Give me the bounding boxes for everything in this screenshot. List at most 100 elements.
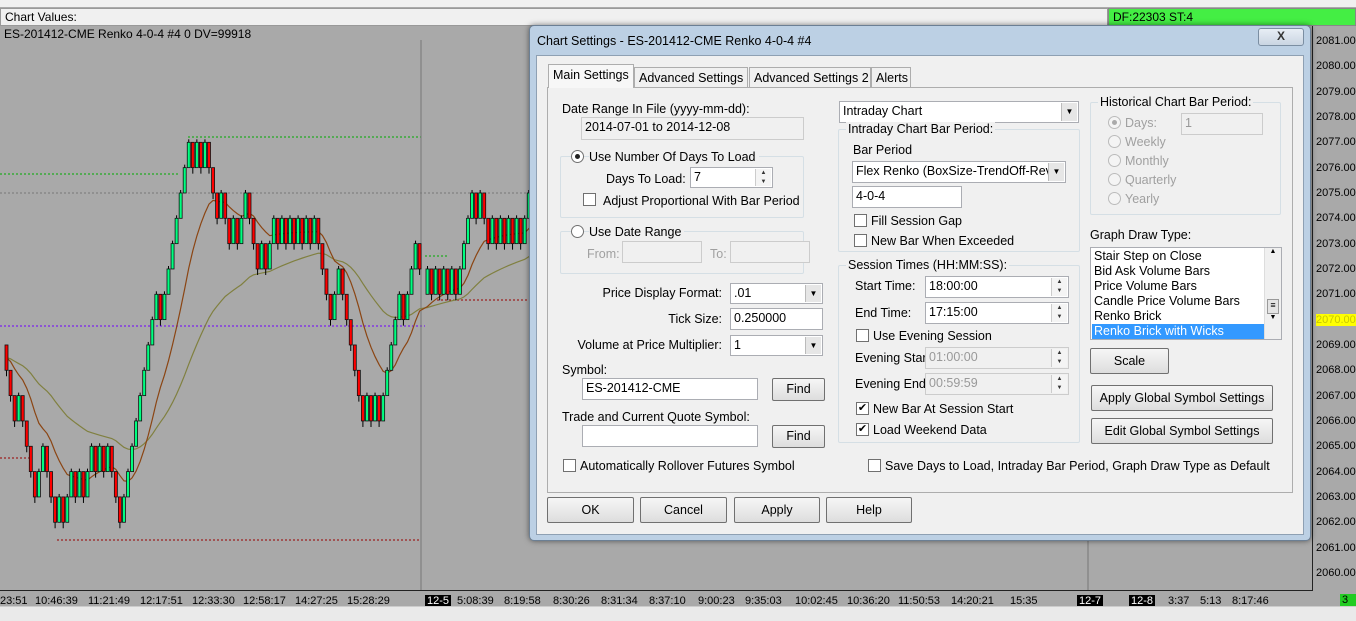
price-format-select[interactable]: .01 ▼ <box>730 283 823 304</box>
auto-rollover-label: Automatically Rollover Futures Symbol <box>580 459 795 473</box>
down-brick <box>227 217 232 245</box>
chart-type-select[interactable]: Intraday Chart ▼ <box>839 101 1079 123</box>
days-to-load-value: 7 <box>694 170 701 184</box>
price-tick-label: 2070.00 <box>1316 313 1356 326</box>
up-brick <box>85 471 90 498</box>
up-brick <box>41 445 45 473</box>
down-brick <box>377 395 382 422</box>
horizontal-scrollbar[interactable] <box>0 606 1356 621</box>
up-brick <box>409 268 414 295</box>
scale-button[interactable]: Scale <box>1090 348 1169 374</box>
tick-size-input[interactable]: 0.250000 <box>730 308 823 330</box>
use-date-range-radio[interactable] <box>571 225 584 238</box>
tab-main-settings[interactable]: Main Settings <box>548 64 634 88</box>
cancel-button[interactable]: Cancel <box>640 497 727 523</box>
down-brick <box>340 268 345 295</box>
down-brick <box>93 445 98 473</box>
vap-label: Volume at Price Multiplier: <box>577 338 722 352</box>
apply-global-settings-button[interactable]: Apply Global Symbol Settings <box>1091 385 1273 411</box>
price-axis[interactable]: 2081.00 2080.00 2079.00 2078.00 2077.00 2076.… <box>1312 26 1356 591</box>
price-tick-label: 2065.00 <box>1316 440 1356 453</box>
use-evening-checkbox[interactable] <box>856 329 869 342</box>
hist-weekly-label: Weekly <box>1125 135 1166 149</box>
session-times-title: Session Times (HH:MM:SS): <box>846 258 1010 272</box>
hist-days-input[interactable]: 1 <box>1181 113 1263 135</box>
find-trade-symbol-button[interactable]: Find <box>772 425 825 448</box>
trade-symbol-input[interactable] <box>582 425 758 447</box>
down-brick <box>356 369 361 397</box>
up-brick <box>89 445 94 473</box>
chart-type-value: Intraday Chart <box>843 104 923 118</box>
slow-moving-average-line <box>6 252 534 451</box>
new-bar-session-checkbox[interactable]: ✔ <box>856 402 869 415</box>
up-brick <box>514 217 519 245</box>
ok-button[interactable]: OK <box>547 497 634 523</box>
up-brick <box>65 496 70 523</box>
start-time-spinner[interactable]: ▲ ▼ <box>1051 278 1067 296</box>
list-item[interactable]: Price Volume Bars <box>1092 279 1264 294</box>
bar-period-input[interactable]: 4-0-4 <box>852 186 962 208</box>
list-item[interactable]: Bid Ask Volume Bars <box>1092 264 1264 279</box>
down-brick <box>45 445 49 473</box>
evening-end-input[interactable]: 00:59:59 ▲ ▼ <box>925 373 1069 395</box>
down-brick <box>32 471 37 498</box>
down-brick <box>369 395 373 422</box>
list-item[interactable]: Renko Brick <box>1092 309 1264 324</box>
use-evening-label: Use Evening Session <box>873 329 992 343</box>
end-time-label: End Time: <box>855 306 912 320</box>
evening-start-value: 01:00:00 <box>929 350 978 364</box>
edit-global-settings-button[interactable]: Edit Global Symbol Settings <box>1091 418 1273 444</box>
save-default-checkbox[interactable] <box>868 459 881 472</box>
hist-quarterly-radio[interactable] <box>1108 173 1121 186</box>
symbol-input[interactable]: ES-201412-CME <box>582 378 758 400</box>
find-symbol-button[interactable]: Find <box>772 378 825 401</box>
up-brick <box>203 141 207 169</box>
vap-select[interactable]: 1 ▼ <box>730 335 823 356</box>
up-brick <box>462 243 466 270</box>
tab-alerts[interactable]: Alerts <box>871 67 911 87</box>
evening-start-input[interactable]: 01:00:00 ▲ ▼ <box>925 347 1069 369</box>
listbox-scrollbar[interactable]: ▲ ≡ ▼ <box>1264 248 1281 339</box>
end-time-spinner[interactable]: ▲ ▼ <box>1051 304 1067 322</box>
tab-advanced-settings-2[interactable]: Advanced Settings 2 <box>749 67 871 87</box>
start-time-input[interactable]: 18:00:00 ▲ ▼ <box>925 276 1069 298</box>
graph-draw-listbox[interactable]: Stair Step on Close Bid Ask Volume Bars … <box>1090 247 1282 340</box>
price-tick-label: 2076.00 <box>1316 161 1356 174</box>
hist-yearly-radio[interactable] <box>1108 192 1121 205</box>
evening-end-spinner[interactable]: ▲ ▼ <box>1051 375 1067 393</box>
to-date-input[interactable] <box>730 241 810 263</box>
hist-days-radio[interactable] <box>1108 116 1121 129</box>
load-weekend-checkbox[interactable]: ✔ <box>856 423 869 436</box>
up-brick <box>239 217 244 245</box>
days-spinner[interactable]: ▲ ▼ <box>755 169 771 186</box>
hist-monthly-radio[interactable] <box>1108 154 1121 167</box>
auto-rollover-checkbox[interactable] <box>563 459 576 472</box>
evening-start-spinner[interactable]: ▲ ▼ <box>1051 349 1067 367</box>
hist-weekly-radio[interactable] <box>1108 135 1121 148</box>
apply-button[interactable]: Apply <box>734 497 820 523</box>
adjust-proportional-checkbox[interactable] <box>583 193 596 206</box>
list-item-selected[interactable]: Renko Brick with Wicks <box>1092 324 1264 339</box>
from-date-input[interactable] <box>622 241 702 263</box>
up-brick <box>397 293 402 321</box>
price-tick-label: 2073.00 <box>1316 237 1356 250</box>
down-brick <box>328 293 333 321</box>
up-brick <box>288 217 292 245</box>
end-time-input[interactable]: 17:15:00 ▲ ▼ <box>925 302 1069 324</box>
new-bar-exceeded-checkbox[interactable] <box>854 234 867 247</box>
down-brick <box>20 395 25 422</box>
chevron-down-icon: ▼ <box>805 285 821 302</box>
to-label: To: <box>710 247 727 261</box>
fill-session-gap-checkbox[interactable] <box>854 214 867 227</box>
scroll-thumb[interactable]: ≡ <box>1267 299 1279 314</box>
list-item[interactable]: Candle Price Volume Bars <box>1092 294 1264 309</box>
help-button[interactable]: Help <box>826 497 912 523</box>
list-item[interactable]: Stair Step on Close <box>1092 249 1264 264</box>
price-tick-label: 2079.00 <box>1316 85 1356 98</box>
days-to-load-input[interactable]: 7 ▲ ▼ <box>690 167 773 188</box>
bar-period-type-select[interactable]: Flex Renko (BoxSize-TrendOff-Rev ▼ <box>852 161 1066 183</box>
price-tick-label: 2060.00 <box>1316 566 1356 579</box>
tab-advanced-settings[interactable]: Advanced Settings <box>634 67 748 87</box>
evening-start-label: Evening Start: <box>855 351 934 365</box>
use-days-radio[interactable] <box>571 150 584 163</box>
